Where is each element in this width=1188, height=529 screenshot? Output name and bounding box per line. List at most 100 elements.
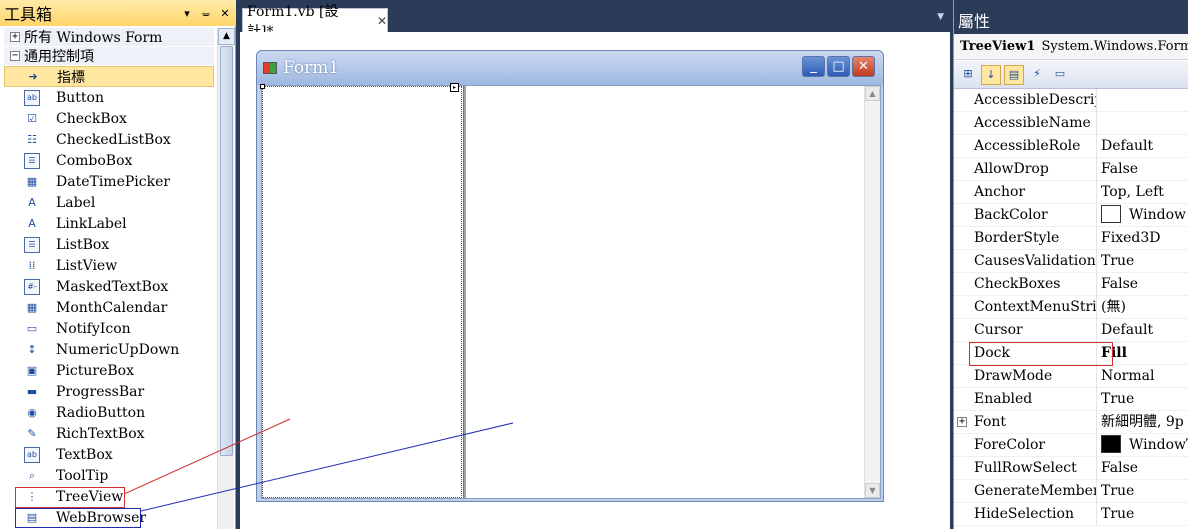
property-value[interactable]: Window — [1098, 204, 1188, 227]
group-all-windows-forms[interactable]: + 所有 Windows Form — [4, 28, 214, 46]
close-tab-icon[interactable]: ✕ — [377, 14, 387, 28]
smart-tag-icon[interactable]: ▸ — [450, 83, 459, 92]
alphabetical-icon[interactable]: ↓ — [981, 64, 1001, 85]
collapse-icon[interactable]: − — [10, 51, 20, 61]
toolbox-scrollbar[interactable]: ▲ — [217, 28, 235, 529]
events-icon[interactable]: ⚡ — [1027, 65, 1047, 85]
property-value[interactable]: True — [1098, 503, 1188, 526]
toolbox-item-listview[interactable]: ⁞⁞ ListView — [4, 255, 214, 276]
toolbox-item-textbox[interactable]: ab TextBox — [4, 444, 214, 465]
toolbox-item-listbox[interactable]: ☰ ListBox — [4, 234, 214, 255]
toolbox-item-radiobutton[interactable]: ◉ RadioButton — [4, 402, 214, 423]
color-swatch — [1101, 205, 1121, 223]
property-value[interactable]: Normal — [1098, 365, 1188, 388]
toolbox-item-checkedlistbox[interactable]: ☷ CheckedListBox — [4, 129, 214, 150]
tab-menu-icon[interactable]: ▼ — [937, 12, 944, 22]
toolbox-item-progressbar[interactable]: ▬ ProgressBar — [4, 381, 214, 402]
property-pages-icon[interactable]: ▭ — [1050, 65, 1070, 85]
property-value[interactable]: 新細明體, 9p — [1098, 411, 1188, 434]
property-value[interactable] — [1098, 89, 1188, 112]
categorized-icon[interactable]: ⊞ — [958, 65, 978, 85]
scroll-up-icon[interactable]: ▲ — [865, 86, 880, 101]
property-row-anchor[interactable]: Anchor Top, Left — [954, 181, 1188, 204]
property-value[interactable] — [1098, 112, 1188, 135]
toolbox-item--[interactable]: ➜ 指標 — [4, 66, 214, 87]
property-value[interactable]: WindowT — [1098, 434, 1188, 457]
property-value[interactable]: True — [1098, 388, 1188, 411]
toolbox-item-button[interactable]: ab Button — [4, 87, 214, 108]
resize-handle[interactable] — [260, 84, 265, 89]
property-row-enabled[interactable]: Enabled True — [954, 388, 1188, 411]
form1-client-area[interactable]: ▸ ▲ ▼ — [260, 83, 881, 499]
property-row-causesvalidation[interactable]: CausesValidation True — [954, 250, 1188, 273]
property-value[interactable]: Default — [1098, 135, 1188, 158]
property-value[interactable]: False — [1098, 457, 1188, 480]
scroll-up-icon[interactable]: ▲ — [218, 28, 235, 45]
property-row-checkboxes[interactable]: CheckBoxes False — [954, 273, 1188, 296]
property-value[interactable]: False — [1098, 273, 1188, 296]
property-row-accessiblerole[interactable]: AccessibleRole Default — [954, 135, 1188, 158]
toolbox-item-datetimepicker[interactable]: ▦ DateTimePicker — [4, 171, 214, 192]
property-row-accessibledescripti[interactable]: AccessibleDescripti — [954, 89, 1188, 112]
scroll-thumb[interactable] — [220, 46, 233, 456]
property-row-generatemember[interactable]: GenerateMember True — [954, 480, 1188, 503]
property-value[interactable]: (無) — [1098, 296, 1188, 319]
toolbox-item-linklabel[interactable]: A LinkLabel — [4, 213, 214, 234]
document-tabstrip: Form1.vb [設計]* ✕ ▼ — [240, 0, 950, 40]
close-icon[interactable]: ✕ — [852, 56, 875, 77]
scroll-down-icon[interactable]: ▼ — [865, 483, 880, 498]
pin-icon[interactable]: ᚚ — [198, 7, 214, 20]
pointer-icon: ➜ — [28, 70, 38, 83]
property-row-font[interactable]: + Font 新細明體, 9p — [954, 411, 1188, 434]
property-row-hideselection[interactable]: HideSelection True — [954, 503, 1188, 526]
property-row-fullrowselect[interactable]: FullRowSelect False — [954, 457, 1188, 480]
toolbox-panel: 工具箱 ▾ ᚚ ✕ + 所有 Windows Form − 通用控制項 ➜ 指標 a… — [0, 0, 236, 529]
property-name: CheckBoxes — [971, 273, 1097, 296]
property-value[interactable]: Default — [1098, 319, 1188, 342]
toolbox-item-combobox[interactable]: ☰ ComboBox — [4, 150, 214, 171]
right-panel[interactable]: ▲ ▼ — [467, 86, 880, 498]
toolbox-item-maskedtextbox[interactable]: #- MaskedTextBox — [4, 276, 214, 297]
toolbox-item-checkbox[interactable]: ☑ CheckBox — [4, 108, 214, 129]
property-value[interactable]: False — [1098, 158, 1188, 181]
property-row-backcolor[interactable]: BackColor Window — [954, 204, 1188, 227]
maskedtextbox-icon: #- — [24, 278, 40, 295]
toolbox-item-richtextbox[interactable]: ✎ RichTextBox — [4, 423, 214, 444]
property-row-forecolor[interactable]: ForeColor WindowT — [954, 434, 1188, 457]
splitter[interactable] — [463, 86, 466, 498]
close-icon[interactable]: ✕ — [217, 7, 233, 20]
group-common-controls[interactable]: − 通用控制項 — [4, 47, 214, 65]
property-row-cursor[interactable]: Cursor Default — [954, 319, 1188, 342]
form1-window[interactable]: Form1 _ □ ✕ ▸ ▲ ▼ — [256, 50, 884, 502]
form1-titlebar[interactable]: Form1 _ □ ✕ — [257, 51, 883, 85]
toolbox-item-tooltip[interactable]: ⌕ ToolTip — [4, 465, 214, 486]
property-value[interactable]: True — [1098, 250, 1188, 273]
tab-form1-design[interactable]: Form1.vb [設計]* ✕ — [242, 4, 388, 40]
toolbox-item-picturebox[interactable]: ▣ PictureBox — [4, 360, 214, 381]
property-value[interactable]: Top, Left — [1098, 181, 1188, 204]
property-value[interactable]: True — [1098, 480, 1188, 503]
group-label: 通用控制項 — [24, 49, 94, 65]
toolbox-item-monthcalendar[interactable]: ▦ MonthCalendar — [4, 297, 214, 318]
listview-icon: ⁞⁞ — [28, 259, 36, 272]
properties-title: 屬性 — [954, 0, 1188, 34]
maximize-icon[interactable]: □ — [827, 56, 850, 77]
treeview1-control[interactable]: ▸ — [260, 83, 462, 498]
panel-scrollbar[interactable]: ▲ ▼ — [864, 86, 880, 498]
expand-icon[interactable]: + — [10, 32, 20, 42]
object-selector[interactable]: TreeView1 System.Windows.Forms. — [954, 34, 1188, 60]
property-row-allowdrop[interactable]: AllowDrop False — [954, 158, 1188, 181]
property-row-borderstyle[interactable]: BorderStyle Fixed3D — [954, 227, 1188, 250]
property-row-contextmenustrip[interactable]: ContextMenuStrip (無) — [954, 296, 1188, 319]
toolbox-item-numericupdown[interactable]: ↕ NumericUpDown — [4, 339, 214, 360]
expand-icon[interactable]: + — [957, 417, 967, 427]
toolbox-item-notifyicon[interactable]: ▭ NotifyIcon — [4, 318, 214, 339]
minimize-icon[interactable]: _ — [802, 56, 825, 77]
property-row-drawmode[interactable]: DrawMode Normal — [954, 365, 1188, 388]
dropdown-icon[interactable]: ▾ — [179, 7, 195, 20]
property-value[interactable]: Fixed3D — [1098, 227, 1188, 250]
property-row-accessiblename[interactable]: AccessibleName — [954, 112, 1188, 135]
toolbox-item-label[interactable]: A Label — [4, 192, 214, 213]
properties-icon[interactable]: ▤ — [1004, 64, 1024, 85]
design-surface[interactable]: Form1 _ □ ✕ ▸ ▲ ▼ — [240, 32, 950, 529]
